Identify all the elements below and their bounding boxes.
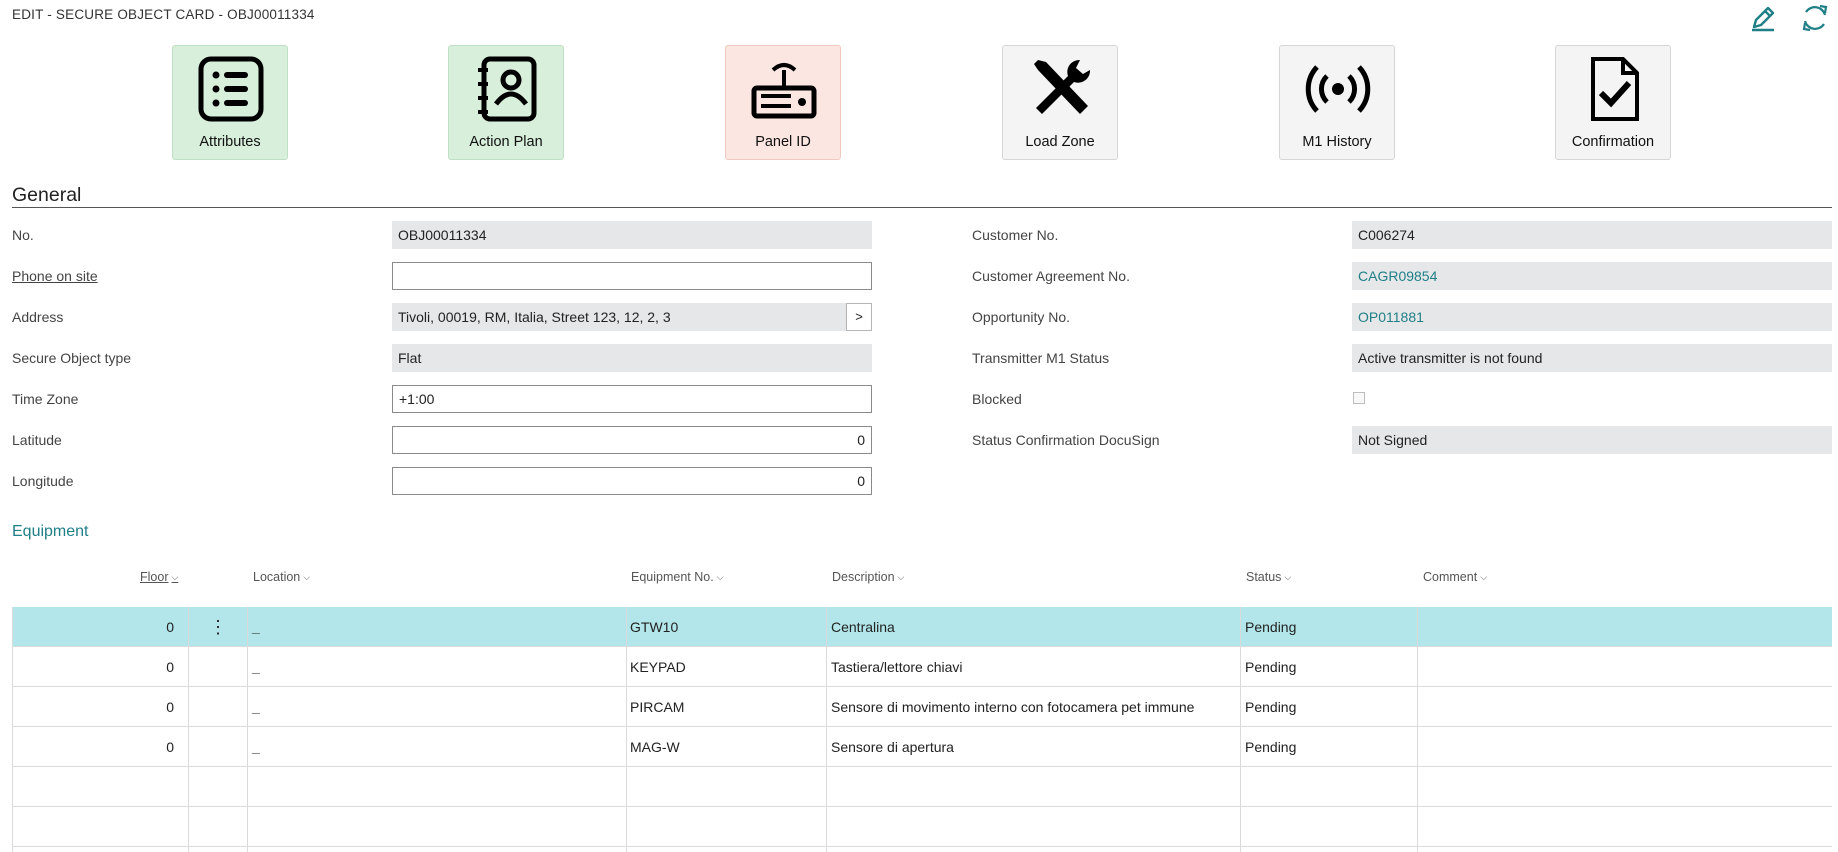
phone-on-site-label[interactable]: Phone on site [12, 268, 98, 284]
table-row[interactable]: 0 ⋮ _ GTW10 Centralina Pending [12, 607, 1832, 647]
chevron-down-icon: ⌵ [1284, 572, 1292, 582]
confirmation-label: Confirmation [1571, 134, 1655, 150]
secure-object-type-label: Secure Object type [12, 350, 132, 366]
status-header-label: Status [1246, 570, 1282, 584]
location-cell[interactable]: _ [252, 647, 260, 687]
address-value: Tivoli, 00019, RM, Italia, Street 123, 1… [392, 303, 846, 331]
edit-button[interactable] [1745, 0, 1781, 36]
transmitter-m1-status-label: Transmitter M1 Status [972, 350, 1110, 366]
time-zone-label: Time Zone [12, 391, 79, 407]
latitude-input[interactable]: 0 [392, 426, 872, 454]
row-menu-icon[interactable]: ⋮ [209, 607, 227, 647]
chevron-down-icon: ⌵ [303, 572, 311, 582]
longitude-label: Longitude [12, 473, 74, 489]
status-cell[interactable]: Pending [1245, 727, 1296, 767]
load-zone-action[interactable]: Load Zone [1002, 45, 1118, 160]
status-cell[interactable]: Pending [1245, 687, 1296, 727]
column-header-status[interactable]: Status ⌵ [1246, 570, 1291, 584]
equipment-no-cell[interactable]: KEYPAD [630, 647, 686, 687]
description-cell[interactable]: Tastiera/lettore chiavi [831, 647, 963, 687]
equipment-no-cell[interactable]: GTW10 [630, 607, 678, 647]
phone-on-site-input[interactable] [392, 262, 872, 290]
location-cell[interactable]: _ [252, 727, 260, 767]
router-icon [751, 63, 817, 119]
refresh-button[interactable] [1797, 0, 1833, 36]
opportunity-no-label: Opportunity No. [972, 309, 1071, 325]
customer-no-value: C006274 [1352, 221, 1832, 249]
blocked-label: Blocked [972, 391, 1022, 407]
chevron-down-icon: ⌵ [1480, 572, 1488, 582]
longitude-input[interactable]: 0 [392, 467, 872, 495]
address-label: Address [12, 309, 64, 325]
column-header-comment[interactable]: Comment ⌵ [1423, 570, 1487, 584]
description-cell[interactable]: Centralina [831, 607, 895, 647]
m1-history-action[interactable]: M1 History [1279, 45, 1395, 160]
column-header-location[interactable]: Location ⌵ [253, 570, 310, 584]
status-confirmation-docusign-value: Not Signed [1352, 426, 1832, 454]
customer-no-label: Customer No. [972, 227, 1059, 243]
chevron-down-icon: ⌵ [716, 572, 724, 582]
attributes-action[interactable]: Attributes [172, 45, 288, 160]
confirmation-action[interactable]: Confirmation [1555, 45, 1671, 160]
table-row[interactable]: 0 _ PIRCAM Sensore di movimento interno … [12, 687, 1832, 727]
latitude-label: Latitude [12, 432, 62, 448]
empty-row[interactable] [12, 807, 1832, 847]
tools-icon [1034, 59, 1091, 114]
document-check-icon [1591, 57, 1639, 121]
panel-id-action[interactable]: Panel ID [725, 45, 841, 160]
action-plan-action[interactable]: Action Plan [448, 45, 564, 160]
description-cell[interactable]: Sensore di apertura [831, 727, 954, 767]
table-row[interactable]: 0 _ MAG-W Sensore di apertura Pending [12, 727, 1832, 767]
load-zone-label: Load Zone [1025, 134, 1095, 150]
empty-row[interactable] [12, 767, 1832, 807]
comment-header-label: Comment [1423, 570, 1478, 584]
address-assist-button[interactable]: > [846, 303, 872, 331]
attributes-label: Attributes [199, 134, 261, 150]
refresh-icon [1802, 4, 1828, 32]
section-divider [12, 207, 1832, 208]
status-cell[interactable]: Pending [1245, 647, 1296, 687]
table-row[interactable]: 0 _ KEYPAD Tastiera/lettore chiavi Pendi… [12, 647, 1832, 687]
blocked-checkbox[interactable] [1353, 392, 1365, 404]
floor-cell[interactable]: 0 [12, 607, 174, 647]
column-header-equipment-no[interactable]: Equipment No. ⌵ [631, 570, 724, 584]
time-zone-input[interactable]: +1:00 [392, 385, 872, 413]
opportunity-no-link[interactable]: OP011881 [1352, 303, 1832, 331]
status-cell[interactable]: Pending [1245, 607, 1296, 647]
equipment-no-cell[interactable]: MAG-W [630, 727, 680, 767]
list-icon [198, 56, 264, 122]
floor-header-label: Floor [140, 570, 169, 584]
column-header-description[interactable]: Description ⌵ [832, 570, 904, 584]
customer-agreement-no-label: Customer Agreement No. [972, 268, 1130, 284]
description-cell[interactable]: Sensore di movimento interno con fotocam… [831, 687, 1194, 727]
location-cell[interactable]: _ [252, 687, 260, 727]
location-cell[interactable]: _ [252, 607, 260, 647]
description-header-label: Description [832, 570, 895, 584]
floor-cell[interactable]: 0 [12, 647, 174, 687]
equipment-section-title[interactable]: Equipment [12, 523, 89, 541]
location-header-label: Location [253, 570, 301, 584]
customer-agreement-no-link[interactable]: CAGR09854 [1352, 262, 1832, 290]
no-value: OBJ00011334 [392, 221, 872, 249]
pencil-icon [1752, 6, 1775, 32]
m1-history-label: M1 History [1302, 134, 1372, 150]
action-plan-label: Action Plan [469, 134, 543, 150]
chevron-down-icon: ⌵ [897, 572, 905, 582]
floor-cell[interactable]: 0 [12, 727, 174, 767]
panel-id-label: Panel ID [755, 134, 811, 150]
broadcast-icon [1305, 65, 1371, 113]
transmitter-m1-status-value: Active transmitter is not found [1352, 344, 1832, 372]
equipment-no-cell[interactable]: PIRCAM [630, 687, 684, 727]
equipment-no-header-label: Equipment No. [631, 570, 714, 584]
status-confirmation-docusign-label: Status Confirmation DocuSign [972, 432, 1160, 448]
contact-book-icon [478, 56, 537, 122]
general-section-title[interactable]: General [12, 184, 81, 207]
no-label: No. [12, 227, 34, 243]
page-title: EDIT - SECURE OBJECT CARD - OBJ00011334 [12, 7, 315, 22]
secure-object-type-value: Flat [392, 344, 872, 372]
chevron-down-icon: ⌵ [171, 572, 179, 582]
column-header-floor[interactable]: Floor ⌵ [140, 570, 178, 584]
floor-cell[interactable]: 0 [12, 687, 174, 727]
